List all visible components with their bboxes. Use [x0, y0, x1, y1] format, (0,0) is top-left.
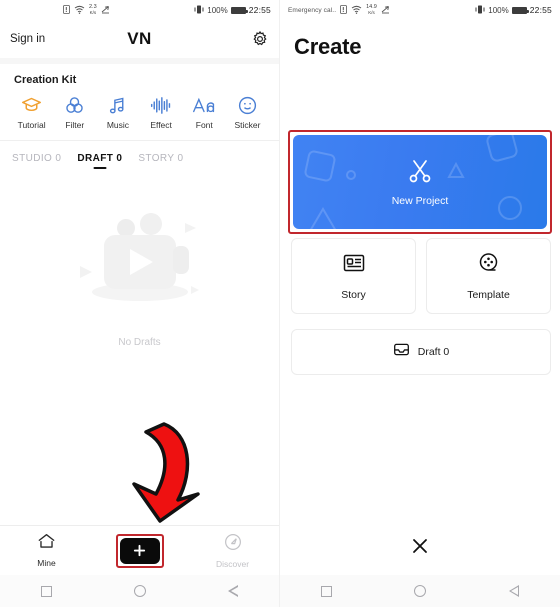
- red-down-arrow-icon: [112, 418, 214, 531]
- tab-draft[interactable]: DRAFT 0: [77, 153, 122, 172]
- gear-icon[interactable]: [251, 30, 269, 48]
- new-project-label: New Project: [391, 194, 449, 207]
- triangle-back-icon[interactable]: [228, 585, 238, 597]
- kit-label: Music: [106, 120, 130, 130]
- app-bar: Sign in VN: [0, 20, 279, 58]
- kit-item-tutorial[interactable]: Tutorial: [10, 94, 53, 130]
- kit-label: Sticker: [234, 120, 261, 130]
- upload-arrow-icon: [381, 5, 390, 16]
- create-button-highlight: [115, 533, 164, 568]
- upload-arrow-icon: [101, 5, 110, 16]
- color-circles-icon: [64, 94, 85, 116]
- kit-label: Filter: [65, 120, 85, 130]
- sim-card-icon: [63, 4, 70, 16]
- creation-kit-title: Creation Kit: [14, 74, 77, 86]
- inbox-tray-icon: [393, 341, 410, 363]
- home-icon: [37, 533, 56, 555]
- creation-kit-row: Tutorial Filter Music Effect Font Sticke…: [0, 86, 279, 140]
- compass-icon: [224, 533, 242, 556]
- carrier-label: Emergency cal..: [288, 6, 337, 14]
- template-card[interactable]: Template: [426, 238, 551, 314]
- battery-percent-label: 100%: [488, 5, 509, 15]
- vibrate-icon: [194, 5, 204, 16]
- android-nav-bar-right: [280, 575, 560, 607]
- smiley-face-icon: [237, 94, 258, 116]
- drafts-tabs-container: STUDIO 0 DRAFT 0 STORY 0: [0, 140, 279, 172]
- new-project-card[interactable]: New Project: [293, 135, 547, 229]
- battery-full-icon: [511, 6, 529, 14]
- clock-label: 22:55: [248, 5, 271, 15]
- graduation-cap-icon: [21, 94, 42, 116]
- battery-percent-label: 100%: [207, 5, 228, 15]
- kit-item-sticker[interactable]: Sticker: [226, 94, 269, 130]
- kit-item-filter[interactable]: Filter: [53, 94, 96, 130]
- circle-home-icon[interactable]: [134, 585, 146, 597]
- kit-item-font[interactable]: Font: [183, 94, 226, 130]
- draft-label: Draft 0: [417, 346, 450, 358]
- square-recents-icon[interactable]: [321, 585, 333, 597]
- vibrate-icon: [475, 5, 485, 16]
- drafts-tabs: STUDIO 0 DRAFT 0 STORY 0: [0, 141, 279, 172]
- wifi-icon: [351, 5, 362, 16]
- status-bar-left: 2.3 K/s 100% 22:55: [0, 0, 279, 20]
- left-screen-vn-home: 2.3 K/s 100% 22:55 Sign in VN Creation K…: [0, 0, 280, 607]
- tabbar-item-mine[interactable]: Mine: [0, 533, 93, 568]
- tab-studio[interactable]: STUDIO 0: [12, 153, 61, 172]
- font-aa-icon: [192, 94, 216, 116]
- triangle-back-icon[interactable]: [508, 585, 519, 597]
- clock-label: 22:55: [529, 5, 552, 15]
- kit-label: Tutorial: [17, 120, 46, 130]
- create-options-row: Story Template: [291, 238, 551, 314]
- video-placeholder-icon: [60, 204, 220, 319]
- sign-in-button[interactable]: Sign in: [10, 33, 45, 45]
- right-screen-create-sheet: Emergency cal.. 14.9 K/s 100% 22:55 Crea…: [280, 0, 560, 607]
- tab-story[interactable]: STORY 0: [138, 153, 183, 172]
- film-reel-icon: [477, 251, 501, 280]
- square-recents-icon[interactable]: [41, 585, 52, 597]
- empty-state: No Drafts: [0, 172, 279, 348]
- kit-item-effect[interactable]: Effect: [140, 94, 183, 130]
- wifi-icon: [74, 5, 85, 16]
- battery-full-icon: [230, 6, 248, 14]
- status-bar-right: Emergency cal.. 14.9 K/s 100% 22:55: [280, 0, 560, 20]
- page-title: Create: [294, 34, 362, 59]
- circle-home-icon[interactable]: [414, 585, 427, 597]
- kit-label: Effect: [150, 120, 172, 130]
- waveform-icon: [150, 94, 172, 116]
- card-label: Template: [467, 289, 510, 301]
- sim-card-icon: [340, 4, 348, 16]
- android-nav-bar-left: [0, 575, 279, 607]
- close-x-icon[interactable]: [280, 536, 560, 561]
- story-card[interactable]: Story: [291, 238, 416, 314]
- network-rate-indicator: 2.3 K/s: [89, 4, 97, 15]
- music-note-icon: [107, 94, 128, 116]
- kit-label: Font: [195, 120, 213, 130]
- network-rate-indicator: 14.9 K/s: [366, 4, 377, 15]
- dual-screenshot-container: 2.3 K/s 100% 22:55 Sign in VN Creation K…: [0, 0, 560, 607]
- tabbar-item-create[interactable]: [93, 533, 186, 568]
- draft-row-card[interactable]: Draft 0: [291, 329, 551, 375]
- plus-icon[interactable]: [119, 537, 160, 564]
- bottom-tab-bar: Mine Discover: [0, 525, 279, 575]
- scissors-icon: [407, 158, 433, 189]
- tabbar-item-discover[interactable]: Discover: [186, 533, 279, 569]
- story-card-icon: [342, 251, 366, 280]
- card-label: Story: [341, 289, 366, 301]
- tabbar-label: Discover: [215, 558, 250, 569]
- kit-item-music[interactable]: Music: [96, 94, 139, 130]
- empty-state-label: No Drafts: [118, 337, 161, 348]
- tabbar-label: Mine: [37, 558, 56, 568]
- new-project-highlight: New Project: [288, 130, 552, 234]
